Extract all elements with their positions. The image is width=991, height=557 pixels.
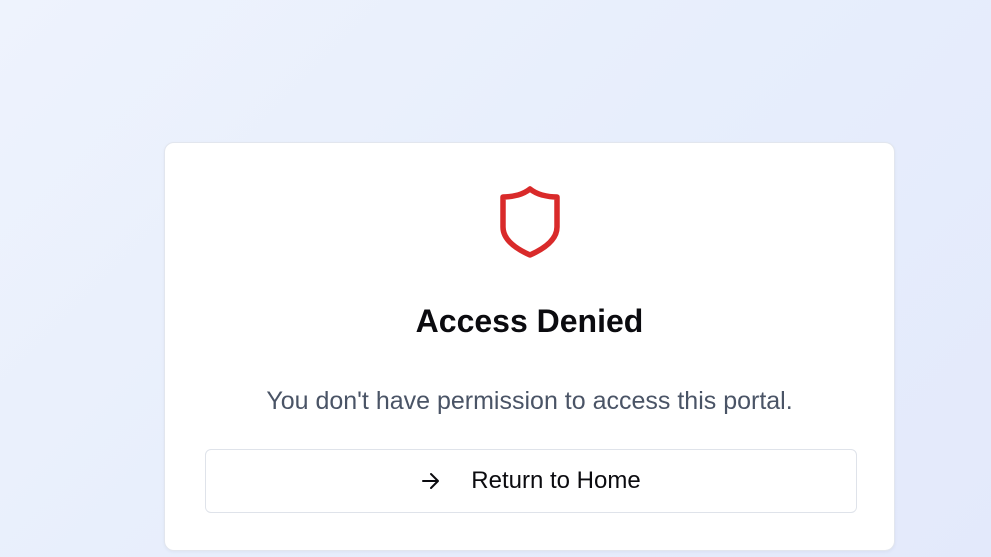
return-home-button[interactable]: Return to Home — [205, 449, 857, 513]
error-message: You don't have permission to access this… — [266, 387, 793, 415]
arrow-right-icon — [422, 473, 440, 489]
shield-icon — [500, 186, 560, 258]
access-denied-card: Access Denied You don't have permission … — [164, 142, 895, 551]
return-home-label: Return to Home — [471, 467, 641, 494]
page-title: Access Denied — [415, 303, 644, 339]
